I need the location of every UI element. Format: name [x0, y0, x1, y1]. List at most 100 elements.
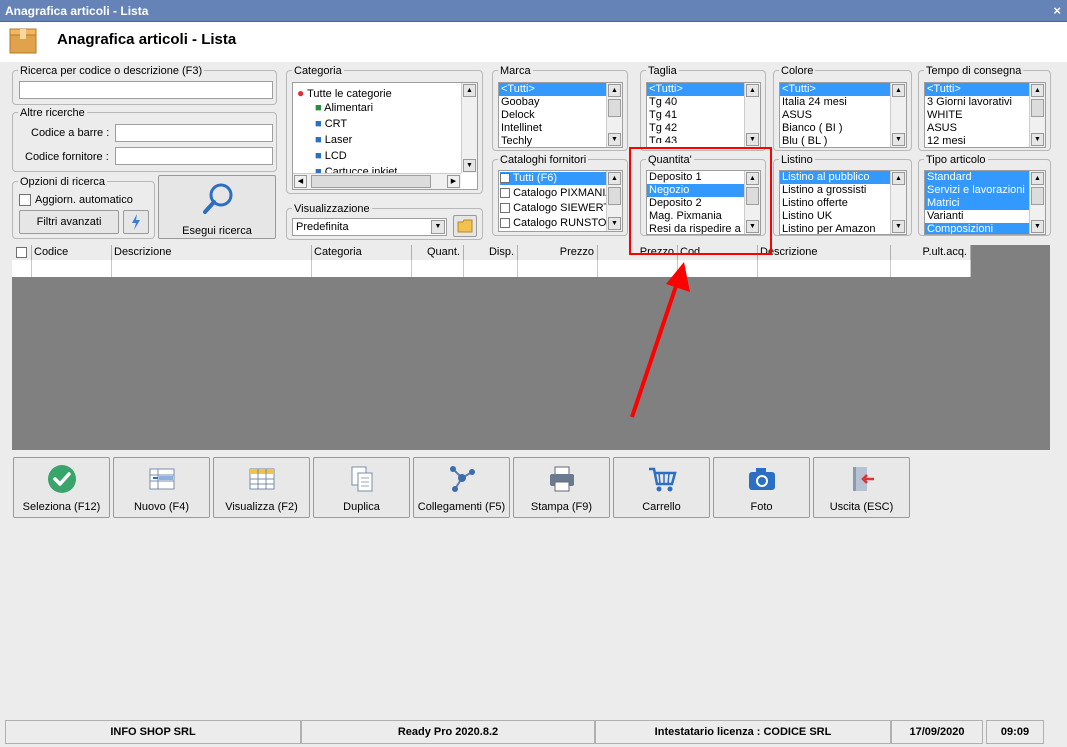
advanced-filters-button[interactable]: Filtri avanzati	[19, 210, 119, 234]
taglia-list[interactable]: <Tutti> Tg 40 Tg 41 Tg 42 Tg 43 ▲ ▼	[646, 82, 761, 148]
scroll-thumb[interactable]	[311, 175, 431, 188]
col-header[interactable]: Descrizione	[758, 245, 891, 260]
list-item[interactable]: <Tutti>	[647, 83, 744, 96]
scroll-down-icon[interactable]: ▼	[892, 133, 905, 146]
grid-header-check[interactable]	[12, 245, 32, 260]
cataloghi-vscroll[interactable]: ▲ ▼	[606, 171, 622, 231]
list-item[interactable]: <Tutti>	[499, 83, 606, 96]
list-item[interactable]: Composizioni	[925, 223, 1029, 234]
scroll-down-icon[interactable]: ▼	[608, 133, 621, 146]
scroll-up-icon[interactable]: ▲	[608, 84, 621, 97]
list-item[interactable]: ASUS	[780, 109, 906, 122]
scroll-thumb[interactable]	[1031, 187, 1044, 205]
scroll-thumb[interactable]	[1031, 99, 1044, 117]
list-item[interactable]: WHITE	[925, 109, 1045, 122]
col-header[interactable]: Descrizione	[112, 245, 312, 260]
list-item[interactable]: 3 Giorni lavorativi	[925, 96, 1045, 109]
folder-button[interactable]	[453, 215, 477, 237]
scroll-up-icon[interactable]: ▲	[892, 84, 905, 97]
listino-vscroll[interactable]: ▲ ▼	[890, 171, 906, 234]
list-item[interactable]: Listino UK	[780, 210, 906, 223]
checkbox[interactable]	[500, 173, 510, 184]
list-item[interactable]: Tutti (F6)	[500, 172, 608, 185]
col-header[interactable]: Quant.	[412, 245, 464, 260]
visualizzazione-select[interactable]: Predefinita ▼	[292, 218, 447, 236]
list-item[interactable]: Bianco ( BI )	[780, 122, 906, 135]
marca-vscroll[interactable]: ▲ ▼	[606, 83, 622, 147]
supplier-code-field[interactable]	[115, 147, 273, 165]
categoria-vscroll[interactable]: ▲ ▼	[461, 83, 477, 173]
categoria-tree[interactable]: ● Tutte le categorie ■ Alimentari ■ CRT …	[292, 82, 478, 190]
scroll-up-icon[interactable]: ▲	[892, 172, 905, 185]
list-item[interactable]: Standard	[925, 171, 1029, 184]
collegamenti-button[interactable]: Collegamenti (F5)	[413, 457, 510, 518]
scroll-right-icon[interactable]: ▶	[447, 175, 460, 188]
col-header[interactable]: Categoria	[312, 245, 412, 260]
tree-item[interactable]: ■ Alimentari	[315, 102, 373, 114]
scroll-left-icon[interactable]: ◀	[294, 175, 307, 188]
colore-vscroll[interactable]: ▲ ▼	[890, 83, 906, 147]
list-item[interactable]: Techly	[499, 135, 622, 147]
scroll-thumb[interactable]	[608, 99, 621, 117]
scroll-down-icon[interactable]: ▼	[746, 133, 759, 146]
list-item[interactable]: <Tutti>	[925, 83, 1029, 96]
scroll-up-icon[interactable]: ▲	[746, 84, 759, 97]
uscita-button[interactable]: Uscita (ESC)	[813, 457, 910, 518]
tree-item-root[interactable]: ● Tutte le categorie	[297, 86, 392, 100]
tempo-list[interactable]: <Tutti> 3 Giorni lavorativi WHITE ASUS 1…	[924, 82, 1046, 148]
categoria-hscroll[interactable]: ◀ ▶	[293, 173, 461, 189]
visualizza-button[interactable]: Visualizza (F2)	[213, 457, 310, 518]
marca-list[interactable]: <Tutti> Goobay Delock Intellinet Techly …	[498, 82, 623, 148]
list-item[interactable]: Italia 24 mesi	[780, 96, 906, 109]
list-item[interactable]: Delock	[499, 109, 622, 122]
taglia-vscroll[interactable]: ▲ ▼	[744, 83, 760, 147]
stampa-button[interactable]: Stampa (F9)	[513, 457, 610, 518]
barcode-field[interactable]	[115, 124, 273, 142]
list-item[interactable]: Listino a grossisti	[780, 184, 906, 197]
duplica-button[interactable]: Duplica	[313, 457, 410, 518]
nuovo-button[interactable]: Nuovo (F4)	[113, 457, 210, 518]
scroll-thumb[interactable]	[608, 187, 621, 205]
col-header[interactable]: Disp.	[464, 245, 518, 260]
cataloghi-list[interactable]: Tutti (F6) Catalogo PIXMANIA Catalogo SI…	[498, 170, 623, 232]
list-item[interactable]: Catalogo SIEWERT	[500, 202, 610, 214]
colore-list[interactable]: <Tutti> Italia 24 mesi ASUS Bianco ( BI …	[779, 82, 907, 148]
list-item[interactable]: ASUS	[925, 122, 1045, 135]
select-all-checkbox[interactable]	[16, 246, 27, 258]
list-item[interactable]: Catalogo PIXMANIA	[500, 187, 613, 199]
close-icon[interactable]: ×	[1053, 3, 1061, 18]
col-header[interactable]: P.ult.acq.	[891, 245, 971, 260]
table-row[interactable]	[12, 260, 971, 277]
scroll-down-icon[interactable]: ▼	[1031, 220, 1044, 233]
list-item[interactable]: Varianti	[925, 210, 1045, 223]
scroll-down-icon[interactable]: ▼	[463, 159, 476, 172]
list-item[interactable]: 12 mesi	[925, 135, 1045, 147]
chevron-down-icon[interactable]: ▼	[431, 220, 445, 234]
col-header[interactable]: Codice	[32, 245, 112, 260]
list-item[interactable]: Listino offerte	[780, 197, 906, 210]
tipo-vscroll[interactable]: ▲ ▼	[1029, 171, 1045, 234]
scroll-up-icon[interactable]: ▲	[1031, 172, 1044, 185]
carrello-button[interactable]: Carrello	[613, 457, 710, 518]
tree-item[interactable]: ■ Laser	[315, 134, 352, 146]
list-item[interactable]: <Tutti>	[780, 83, 890, 96]
list-item[interactable]: Goobay	[499, 96, 622, 109]
tipo-list[interactable]: Standard Servizi e lavorazioni Matrici V…	[924, 170, 1046, 235]
seleziona-button[interactable]: Seleziona (F12)	[13, 457, 110, 518]
list-item[interactable]: Blu ( BL )	[780, 135, 906, 147]
scroll-up-icon[interactable]: ▲	[608, 172, 621, 185]
foto-button[interactable]: Foto	[713, 457, 810, 518]
search-input[interactable]	[19, 81, 273, 99]
col-header[interactable]: Prezzo	[518, 245, 598, 260]
scroll-up-icon[interactable]: ▲	[463, 84, 476, 97]
list-item[interactable]: Listino al pubblico	[780, 171, 890, 184]
checkbox[interactable]	[500, 203, 510, 214]
scroll-down-icon[interactable]: ▼	[892, 220, 905, 233]
checkbox[interactable]	[500, 188, 510, 199]
esegui-ricerca-button[interactable]: Esegui ricerca	[158, 175, 276, 239]
auto-update-checkbox[interactable]	[19, 194, 31, 206]
list-item[interactable]: Servizi e lavorazioni	[925, 184, 1029, 197]
list-item[interactable]: Catalogo RUNSTORE	[500, 217, 622, 229]
scroll-down-icon[interactable]: ▼	[1031, 133, 1044, 146]
list-item[interactable]: Listino per Amazon	[780, 223, 906, 234]
